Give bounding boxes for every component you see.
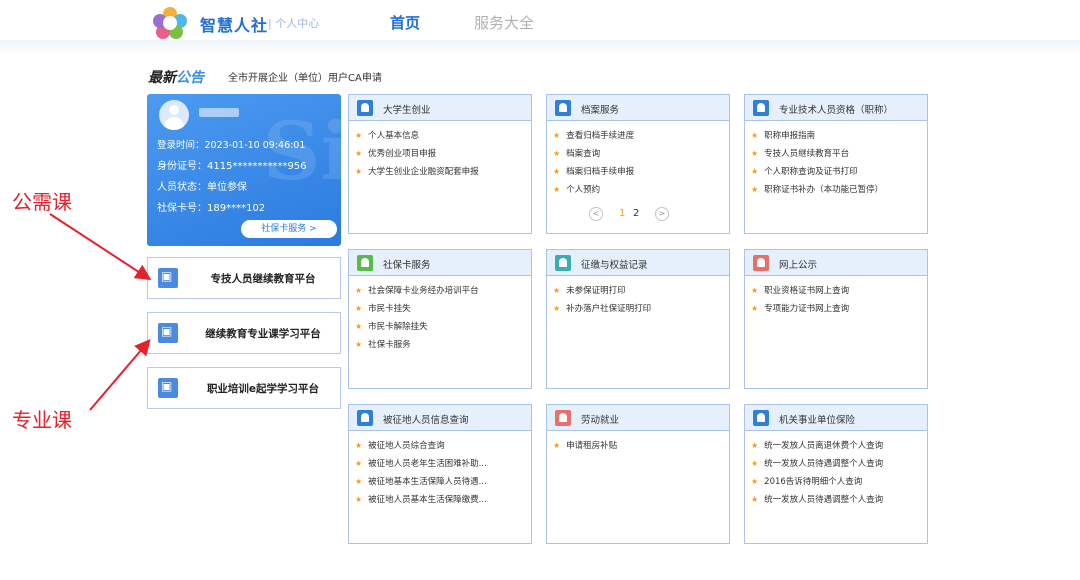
arrow-to-major-platform <box>89 338 151 411</box>
annotation-arrows <box>49 213 152 411</box>
page: 智慧人社 | 个人中心 首页 服务大全 最新公告 全市开展企业（单位）用户CA申… <box>0 0 1080 580</box>
arrow-to-public-platform <box>49 213 152 281</box>
